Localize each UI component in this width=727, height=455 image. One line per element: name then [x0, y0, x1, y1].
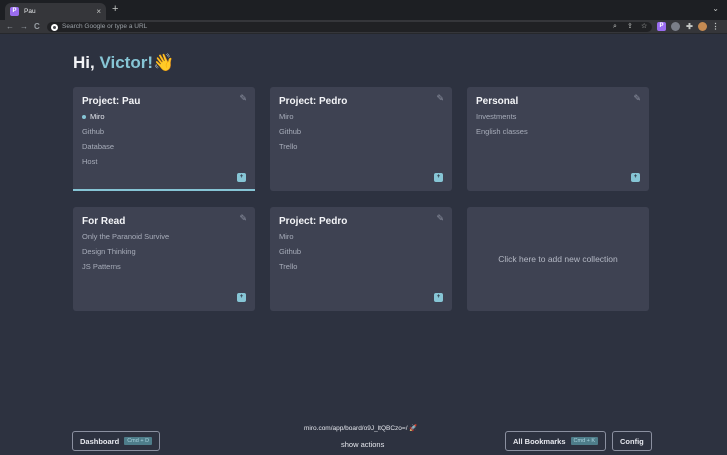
dashboard-shortcut-badge: Cmd + D	[124, 437, 153, 445]
bookmark-list: Miro Github Trello	[279, 232, 301, 277]
bookmark-item[interactable]: English classes	[476, 127, 528, 142]
add-bookmark-icon[interactable]: +	[434, 173, 443, 182]
greeting-heading: Hi, Victor!👋	[73, 53, 174, 73]
bookmark-item[interactable]: Investments	[476, 112, 528, 127]
extension-globe-icon[interactable]	[671, 22, 680, 31]
bookmark-item[interactable]: Github	[82, 127, 114, 142]
bookmark-list: Miro Github Trello	[279, 112, 301, 157]
bookmark-label: Design Thinking	[82, 247, 136, 256]
collection-card[interactable]: Project: Pau ✎ Miro Github Database Host +	[73, 87, 255, 191]
wave-emoji-icon: 👋	[153, 53, 175, 72]
add-bookmark-icon[interactable]: +	[631, 173, 640, 182]
app-favicon-icon: P	[10, 7, 19, 16]
add-collection-card[interactable]: Click here to add new collection	[467, 207, 649, 311]
browser-toolbar: ← → C Search Google or type a URL ⌕ ⇪ ☆	[0, 20, 727, 34]
edit-pencil-icon[interactable]: ✎	[436, 213, 444, 223]
bookmark-item[interactable]: Database	[82, 142, 114, 157]
edit-pencil-icon[interactable]: ✎	[239, 213, 247, 223]
back-arrow-icon[interactable]: ←	[6, 21, 14, 33]
browser-tab[interactable]: P Pau ×	[5, 3, 106, 20]
browser-menu-icon[interactable]: ⋮	[711, 22, 720, 31]
bookmark-label: Github	[279, 247, 302, 256]
add-bookmark-icon[interactable]: +	[237, 293, 246, 302]
forward-arrow-icon[interactable]: →	[20, 21, 28, 33]
active-card-underline	[73, 189, 255, 191]
bookmark-list: Miro Github Database Host	[82, 112, 114, 172]
collection-card[interactable]: Personal ✎ Investments English classes +	[467, 87, 649, 191]
show-actions-link[interactable]: show actions	[341, 440, 384, 449]
collection-card[interactable]: For Read ✎ Only the Paranoid Survive Design…	[73, 207, 255, 311]
edit-pencil-icon[interactable]: ✎	[239, 93, 247, 103]
add-bookmark-icon[interactable]: +	[237, 173, 246, 182]
config-label: Config	[620, 436, 644, 446]
address-bar-placeholder: Search Google or type a URL	[62, 23, 148, 30]
edit-pencil-icon[interactable]: ✎	[436, 93, 444, 103]
bookmark-label: Host	[82, 157, 98, 166]
bookmark-label: English classes	[476, 127, 528, 136]
bookmark-label: Trello	[279, 262, 298, 271]
extension-app-icon[interactable]: P	[657, 22, 666, 31]
bookmark-label: JS Patterns	[82, 262, 121, 271]
add-collection-label: Click here to add new collection	[498, 254, 618, 264]
bookmark-item[interactable]: Trello	[279, 142, 301, 157]
collection-title: Project: Pedro	[279, 96, 348, 107]
extensions-puzzle-icon[interactable]: ✚	[685, 22, 694, 31]
bookmark-item[interactable]: JS Patterns	[82, 262, 169, 277]
collection-title: Project: Pau	[82, 96, 141, 107]
all-bookmarks-button[interactable]: All Bookmarks Cmd + K	[505, 431, 607, 451]
bookmark-item[interactable]: Trello	[279, 262, 301, 277]
bookmark-label: Miro	[279, 232, 294, 241]
bookmark-item[interactable]: Only the Paranoid Survive	[82, 232, 169, 247]
collection-title: Project: Pedro	[279, 216, 348, 227]
tab-search-chevron-icon[interactable]: ⌄	[712, 5, 719, 13]
browser-tab-bar: P Pau × + ⌄	[0, 0, 727, 20]
bookmark-label: Trello	[279, 142, 298, 151]
collection-card[interactable]: Project: Pedro ✎ Miro Github Trello +	[270, 87, 452, 191]
bookmark-item[interactable]: Host	[82, 157, 114, 172]
tab-title: Pau	[24, 8, 36, 15]
active-dot-icon	[82, 114, 86, 119]
all-bookmarks-label: All Bookmarks	[513, 436, 566, 446]
bookmark-label: Only the Paranoid Survive	[82, 232, 170, 241]
collection-title: Personal	[476, 96, 519, 107]
bookmark-label: Github	[279, 127, 302, 136]
user-name: Victor!	[99, 53, 153, 72]
current-url-text: miro.com/app/board/o9J_ltQBCzo=/ 🚀	[304, 425, 418, 432]
address-bar[interactable]: Search Google or type a URL ⌕ ⇪ ☆	[47, 22, 652, 32]
zoom-icon[interactable]: ⌕	[613, 22, 617, 32]
collection-card[interactable]: Project: Pedro ✎ Miro Github Trello +	[270, 207, 452, 311]
add-bookmark-icon[interactable]: +	[434, 293, 443, 302]
dashboard-label: Dashboard	[80, 436, 120, 446]
bookmark-item[interactable]: Miro	[279, 232, 301, 247]
bookmark-list: Only the Paranoid Survive Design Thinking…	[82, 232, 169, 277]
bookmark-label: Investments	[476, 112, 517, 121]
config-button[interactable]: Config	[612, 431, 652, 451]
bookmark-list: Investments English classes	[476, 112, 528, 142]
google-icon	[51, 23, 58, 31]
bookmark-label: Database	[82, 142, 115, 151]
tab-close-icon[interactable]: ×	[96, 7, 101, 16]
bookmark-label: Miro	[90, 112, 105, 121]
bookmark-label: Miro	[279, 112, 294, 121]
reload-icon[interactable]: C	[34, 21, 40, 33]
bookmark-item[interactable]: Miro	[82, 112, 114, 127]
bookmark-item[interactable]: Github	[279, 127, 301, 142]
profile-avatar[interactable]	[698, 22, 707, 31]
all-bookmarks-shortcut-badge: Cmd + K	[570, 437, 599, 445]
greeting-prefix: Hi,	[73, 53, 100, 72]
bookmark-label: Github	[82, 127, 105, 136]
edit-pencil-icon[interactable]: ✎	[633, 93, 641, 103]
collection-title: For Read	[82, 216, 126, 227]
share-icon[interactable]: ⇪	[627, 22, 633, 32]
dashboard-button[interactable]: Dashboard Cmd + D	[72, 431, 161, 451]
bookmark-item[interactable]: Github	[279, 247, 301, 262]
bookmark-star-icon[interactable]: ☆	[641, 22, 647, 32]
bookmark-item[interactable]: Design Thinking	[82, 247, 169, 262]
bookmark-item[interactable]: Miro	[279, 112, 301, 127]
new-tab-button[interactable]: +	[112, 4, 118, 15]
